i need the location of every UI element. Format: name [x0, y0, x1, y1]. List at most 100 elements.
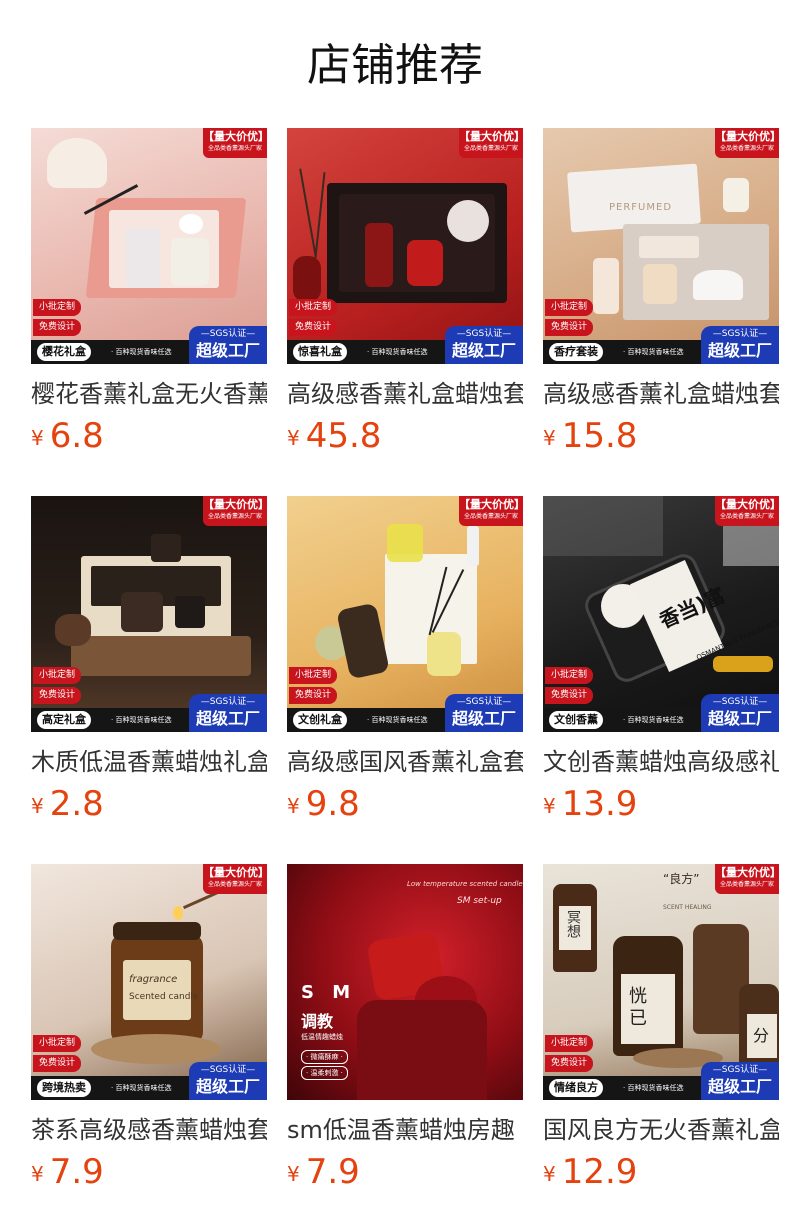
overlay-text: 已	[629, 1008, 647, 1029]
free-design-tag: 免费设计	[545, 319, 594, 336]
custom-tag: 小批定制	[33, 667, 82, 684]
product-title[interactable]: 木质低温香薰蜡烛礼盒	[31, 744, 267, 780]
product-price: ¥45.8	[287, 416, 382, 456]
product-pill: 文创礼盒	[293, 711, 347, 729]
overlay-text: 低温情趣蜡烛	[301, 1033, 343, 1041]
overlay-text: 冥想	[565, 910, 581, 938]
product-pill: 高定礼盒	[37, 711, 91, 729]
custom-tag: 小批定制	[289, 667, 338, 684]
pill-note: · 百种现货香味任选	[111, 716, 172, 724]
free-design-tag: 免费设计	[33, 687, 82, 704]
product-price: ¥7.9	[287, 1152, 360, 1192]
overlay-text: Low temperature scented candle	[407, 880, 523, 888]
free-design-tag: 免费设计	[289, 687, 338, 704]
product-image[interactable]: 香当)富 OSMANTHUS FRAGRANCE 【量大价优】 全品类香薰源头厂家…	[543, 496, 779, 732]
factory-badge: —SGS认证— 超级工厂	[445, 694, 523, 732]
promo-badge: 【量大价优】 全品类香薰源头厂家	[203, 128, 267, 158]
overlay-text: 分	[753, 1026, 770, 1045]
pill-note: · 百种现货香味任选	[367, 716, 428, 724]
pill-note: · 百种现货香味任选	[111, 1084, 172, 1092]
overlay-text: S M	[301, 982, 357, 1003]
product-card[interactable]: 香当)富 OSMANTHUS FRAGRANCE 【量大价优】 全品类香薰源头厂家…	[543, 496, 779, 836]
factory-badge: —SGS认证— 超级工厂	[189, 1062, 267, 1100]
free-design-tag: 免费设计	[545, 687, 594, 704]
free-design-tag: 免费设计	[33, 319, 82, 336]
product-image[interactable]: Low temperature scented candle SM set-up…	[287, 864, 523, 1100]
product-card[interactable]: 【量大价优】 全品类香薰源头厂家 小批定制 免费设计 高定礼盒 · 百种现货香味任…	[31, 496, 267, 836]
custom-tag: 小批定制	[545, 667, 594, 684]
overlay-text: Scented candle	[129, 992, 199, 1002]
overlay-text: · 微痛酥麻 ·	[301, 1050, 348, 1064]
page-title: 店铺推荐	[307, 40, 483, 91]
pill-note: · 百种现货香味任选	[367, 348, 428, 356]
product-image[interactable]: 【量大价优】 全品类香薰源头厂家 小批定制 免费设计 樱花礼盒 · 百种现货香味任…	[31, 128, 267, 364]
product-image[interactable]: fragrance Scented candle 【量大价优】 全品类香薰源头厂家…	[31, 864, 267, 1100]
overlay-text: · 温柔刺激 ·	[301, 1066, 348, 1080]
overlay-text: SM set-up	[457, 896, 502, 906]
promo-badge: 【量大价优】 全品类香薰源头厂家	[459, 496, 523, 526]
overlay-text: fragrance	[129, 974, 178, 985]
pill-note: · 百种现货香味任选	[111, 348, 172, 356]
product-price: ¥7.9	[31, 1152, 104, 1192]
product-price: ¥6.8	[31, 416, 104, 456]
product-card[interactable]: PERFUMED 【量大价优】 全品类香薰源头厂家 小批定制 免费设计 香疗套装 …	[543, 128, 779, 468]
product-price: ¥2.8	[31, 784, 104, 824]
product-pill: 跨境热卖	[37, 1079, 91, 1097]
promo-badge: 【量大价优】 全品类香薰源头厂家	[459, 128, 523, 158]
product-title[interactable]: 樱花香薰礼盒无火香薰	[31, 376, 267, 412]
product-card[interactable]: 【量大价优】 全品类香薰源头厂家 小批定制 免费设计 文创礼盒 · 百种现货香味任…	[287, 496, 523, 836]
product-pill: 情绪良方	[549, 1079, 603, 1097]
product-pill: 文创香薰	[549, 711, 603, 729]
pill-note: · 百种现货香味任选	[623, 716, 684, 724]
product-image[interactable]: 【量大价优】 全品类香薰源头厂家 小批定制 免费设计 文创礼盒 · 百种现货香味任…	[287, 496, 523, 732]
product-title[interactable]: 高级感国风香薰礼盒套装	[287, 744, 523, 780]
custom-tag: 小批定制	[545, 1035, 594, 1052]
factory-badge: —SGS认证— 超级工厂	[701, 326, 779, 364]
product-pill: 樱花礼盒	[37, 343, 91, 361]
overlay-text: PERFUMED	[609, 202, 673, 213]
product-price: ¥12.9	[543, 1152, 638, 1192]
custom-tag: 小批定制	[545, 299, 594, 316]
product-price: ¥15.8	[543, 416, 638, 456]
free-design-tag: 免费设计	[33, 1055, 82, 1072]
promo-badge: 【量大价优】 全品类香薰源头厂家	[715, 864, 779, 894]
product-title[interactable]: 茶系高级感香薰蜡烛套装	[31, 1112, 267, 1148]
product-price: ¥13.9	[543, 784, 638, 824]
product-title[interactable]: 国风良方无火香薰礼盒	[543, 1112, 779, 1148]
product-pill: 香疗套装	[549, 343, 603, 361]
promo-badge: 【量大价优】 全品类香薰源头厂家	[715, 128, 779, 158]
promo-badge: 【量大价优】 全品类香薰源头厂家	[203, 864, 267, 894]
product-image[interactable]: PERFUMED 【量大价优】 全品类香薰源头厂家 小批定制 免费设计 香疗套装 …	[543, 128, 779, 364]
factory-badge: —SGS认证— 超级工厂	[189, 326, 267, 364]
promo-badge: 【量大价优】 全品类香薰源头厂家	[203, 496, 267, 526]
product-image[interactable]: 【量大价优】 全品类香薰源头厂家 小批定制 免费设计 高定礼盒 · 百种现货香味任…	[31, 496, 267, 732]
factory-badge: —SGS认证— 超级工厂	[701, 1062, 779, 1100]
product-title[interactable]: sm低温香薰蜡烛房趣	[287, 1112, 523, 1148]
pill-note: · 百种现货香味任选	[623, 348, 684, 356]
promo-badge: 【量大价优】 全品类香薰源头厂家	[715, 496, 779, 526]
custom-tag: 小批定制	[289, 299, 338, 316]
product-card[interactable]: “良方” SCENT HEALING 冥想 恍 已 分 【量大价优】 全品类香薰源…	[543, 864, 779, 1204]
factory-badge: —SGS认证— 超级工厂	[701, 694, 779, 732]
product-card[interactable]: 【量大价优】 全品类香薰源头厂家 小批定制 免费设计 惊喜礼盒 · 百种现货香味任…	[287, 128, 523, 468]
custom-tag: 小批定制	[33, 1035, 82, 1052]
overlay-text: “良方”	[663, 872, 700, 886]
factory-badge: —SGS认证— 超级工厂	[189, 694, 267, 732]
product-price: ¥9.8	[287, 784, 360, 824]
product-title[interactable]: 高级感香薰礼盒蜡烛套装	[287, 376, 523, 412]
product-image[interactable]: “良方” SCENT HEALING 冥想 恍 已 分 【量大价优】 全品类香薰源…	[543, 864, 779, 1100]
product-card[interactable]: 【量大价优】 全品类香薰源头厂家 小批定制 免费设计 樱花礼盒 · 百种现货香味任…	[31, 128, 267, 468]
product-title[interactable]: 高级感香薰礼盒蜡烛套装	[543, 376, 779, 412]
product-title[interactable]: 文创香薰蜡烛高级感礼盒	[543, 744, 779, 780]
factory-badge: —SGS认证— 超级工厂	[445, 326, 523, 364]
overlay-text: SCENT HEALING	[663, 904, 712, 911]
pill-note: · 百种现货香味任选	[623, 1084, 684, 1092]
custom-tag: 小批定制	[33, 299, 82, 316]
overlay-text: 调教	[301, 1012, 334, 1031]
free-design-tag: 免费设计	[289, 319, 338, 336]
free-design-tag: 免费设计	[545, 1055, 594, 1072]
product-card[interactable]: Low temperature scented candle SM set-up…	[287, 864, 523, 1204]
product-card[interactable]: fragrance Scented candle 【量大价优】 全品类香薰源头厂家…	[31, 864, 267, 1204]
product-image[interactable]: 【量大价优】 全品类香薰源头厂家 小批定制 免费设计 惊喜礼盒 · 百种现货香味任…	[287, 128, 523, 364]
product-pill: 惊喜礼盒	[293, 343, 347, 361]
